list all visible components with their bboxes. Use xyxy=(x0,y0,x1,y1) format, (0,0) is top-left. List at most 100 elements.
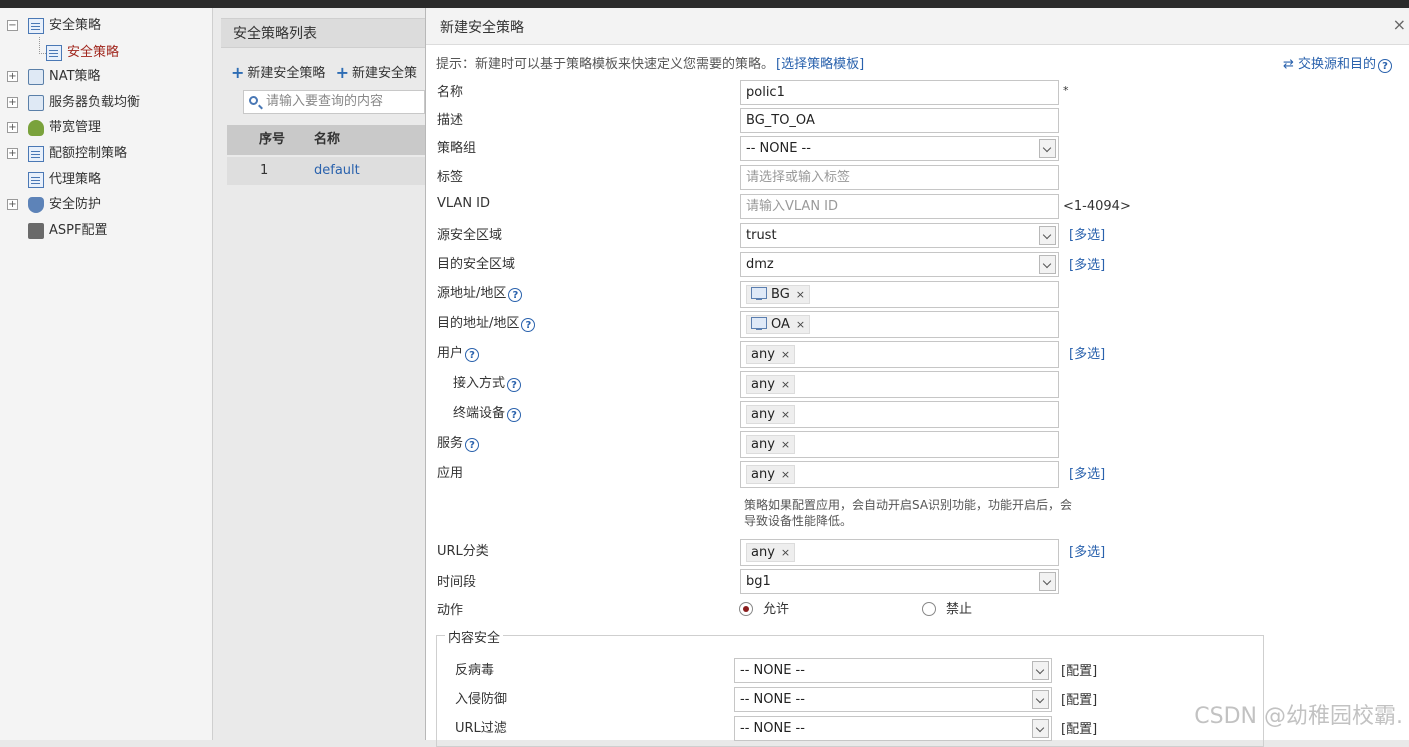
service-input[interactable]: any × xyxy=(740,431,1059,458)
search-input[interactable]: 请输入要查询的内容 xyxy=(243,90,425,114)
chevron-down-icon[interactable] xyxy=(1032,661,1049,680)
chevron-down-icon[interactable] xyxy=(1032,719,1049,738)
nav-item-aspf[interactable]: ASPF配置 xyxy=(28,220,107,242)
nav-item-proxy[interactable]: 代理策略 xyxy=(28,169,101,191)
dst-zone-multi-link[interactable]: [多选] xyxy=(1069,254,1105,273)
ips-config-link[interactable]: [配置] xyxy=(1061,689,1097,708)
nav-item-nat-policy[interactable]: + NAT策略 xyxy=(7,66,101,88)
user-multi-link[interactable]: [多选] xyxy=(1069,343,1105,362)
chevron-down-icon[interactable] xyxy=(1039,572,1056,591)
expand-toggle[interactable]: + xyxy=(7,97,18,108)
list-toolbar: + 新建安全策略 + 新建安全策 xyxy=(231,62,417,82)
close-icon[interactable]: × xyxy=(1393,15,1406,34)
remove-tag-icon[interactable]: × xyxy=(796,318,805,331)
remove-tag-icon[interactable]: × xyxy=(781,378,790,391)
ips-select[interactable]: -- NONE -- xyxy=(734,687,1052,712)
quota-icon xyxy=(28,145,44,162)
app-note: 策略如果配置应用，会自动开启SA识别功能，功能开启后，会导致设备性能降低。 xyxy=(744,498,1073,528)
help-icon[interactable]: ? xyxy=(521,318,536,332)
desc-label: 描述 xyxy=(437,113,464,128)
table-row[interactable]: 1 default xyxy=(227,157,425,185)
user-input[interactable]: any × xyxy=(740,341,1059,368)
url-filter-config-link[interactable]: [配置] xyxy=(1061,718,1097,737)
expand-toggle[interactable]: + xyxy=(7,199,18,210)
name-input[interactable]: polic1 xyxy=(740,80,1059,105)
proxy-icon xyxy=(28,171,44,188)
dst-addr-input[interactable]: OA × xyxy=(740,311,1059,338)
src-addr-label: 源地址/地区? xyxy=(437,282,523,302)
nav-item-protection[interactable]: + 安全防护 xyxy=(7,194,101,216)
chevron-down-icon[interactable] xyxy=(1039,139,1056,158)
app-multi-link[interactable]: [多选] xyxy=(1069,463,1105,482)
help-icon[interactable]: ? xyxy=(507,378,522,392)
remove-tag-icon[interactable]: × xyxy=(781,438,790,451)
shield-icon xyxy=(28,196,44,213)
service-tag: any × xyxy=(746,435,796,454)
nav-item-quota[interactable]: + 配额控制策略 xyxy=(7,143,127,165)
app-label: 应用 xyxy=(437,466,464,481)
access-input[interactable]: any × xyxy=(740,371,1059,398)
chevron-down-icon[interactable] xyxy=(1039,226,1056,245)
app-input[interactable]: any × xyxy=(740,461,1059,488)
dst-zone-select[interactable]: dmz xyxy=(740,252,1059,277)
column-header-index[interactable]: 序号 xyxy=(259,125,285,155)
help-icon[interactable]: ? xyxy=(508,288,523,302)
tag-input[interactable]: 请选择或输入标签 xyxy=(740,165,1059,190)
column-header-name[interactable]: 名称 xyxy=(314,125,340,155)
url-multi-link[interactable]: [多选] xyxy=(1069,541,1105,560)
user-tag: any × xyxy=(746,345,796,364)
new-policy-button[interactable]: + 新建安全策略 xyxy=(231,63,325,82)
remove-tag-icon[interactable]: × xyxy=(781,468,790,481)
select-template-link[interactable]: [选择策略模板] xyxy=(776,57,864,72)
help-icon[interactable]: ? xyxy=(465,438,480,452)
terminal-input[interactable]: any × xyxy=(740,401,1059,428)
top-bar xyxy=(0,0,1409,8)
remove-tag-icon[interactable]: × xyxy=(781,348,790,361)
help-icon[interactable]: ? xyxy=(1378,59,1392,73)
group-select[interactable]: -- NONE -- xyxy=(740,136,1059,161)
vlan-input[interactable]: 请输入VLAN ID xyxy=(740,194,1059,219)
expand-toggle[interactable]: + xyxy=(7,122,18,133)
chevron-down-icon[interactable] xyxy=(1032,690,1049,709)
tree-line xyxy=(39,37,46,54)
desc-input[interactable]: BG_TO_OA xyxy=(740,108,1059,133)
list-title: 安全策略列表 xyxy=(221,18,425,48)
new-from-button[interactable]: + 新建安全策 xyxy=(336,63,417,82)
required-mark: * xyxy=(1063,84,1069,97)
expand-toggle[interactable]: + xyxy=(7,148,18,159)
nav-item-security-policy[interactable]: − 安全策略 xyxy=(7,15,101,37)
help-icon[interactable]: ? xyxy=(465,348,480,362)
src-addr-input[interactable]: BG × xyxy=(740,281,1059,308)
nav-item-security-policy-child[interactable]: 安全策略 xyxy=(46,42,119,64)
table-header: 序号 名称 xyxy=(227,125,425,155)
nav-tree: − 安全策略 安全策略 + NAT策略 + 服务器负载均衡 + 带宽管理 + 配额控制策略… xyxy=(0,8,213,740)
remove-tag-icon[interactable]: × xyxy=(796,288,805,301)
action-deny-radio[interactable]: 禁止 xyxy=(922,598,972,617)
bandwidth-icon xyxy=(28,119,44,136)
terminal-tag: any × xyxy=(746,405,796,424)
row-name-link[interactable]: default xyxy=(314,157,360,185)
swap-src-dst-link[interactable]: ⇄ 交换源和目的? xyxy=(1283,53,1392,73)
url-filter-select[interactable]: -- NONE -- xyxy=(734,716,1052,741)
chevron-down-icon[interactable] xyxy=(1039,255,1056,274)
swap-icon: ⇄ xyxy=(1282,57,1294,72)
dialog-title: 新建安全策略 xyxy=(440,20,524,36)
src-zone-multi-link[interactable]: [多选] xyxy=(1069,224,1105,243)
access-tag: any × xyxy=(746,375,796,394)
expand-toggle[interactable]: + xyxy=(7,71,18,82)
antivirus-config-link[interactable]: [配置] xyxy=(1061,660,1097,679)
time-select[interactable]: bg1 xyxy=(740,569,1059,594)
nav-item-server-lb[interactable]: + 服务器负载均衡 xyxy=(7,92,140,114)
user-label: 用户? xyxy=(437,342,480,362)
nav-item-bandwidth[interactable]: + 带宽管理 xyxy=(7,117,101,139)
remove-tag-icon[interactable]: × xyxy=(781,546,790,559)
vlan-label: VLAN ID xyxy=(437,196,491,211)
src-zone-select[interactable]: trust xyxy=(740,223,1059,248)
url-input[interactable]: any × xyxy=(740,539,1059,566)
url-tag: any × xyxy=(746,543,796,562)
remove-tag-icon[interactable]: × xyxy=(781,408,790,421)
action-allow-radio[interactable]: 允许 xyxy=(739,598,789,617)
antivirus-select[interactable]: -- NONE -- xyxy=(734,658,1052,683)
collapse-toggle[interactable]: − xyxy=(7,20,18,31)
help-icon[interactable]: ? xyxy=(507,408,522,422)
